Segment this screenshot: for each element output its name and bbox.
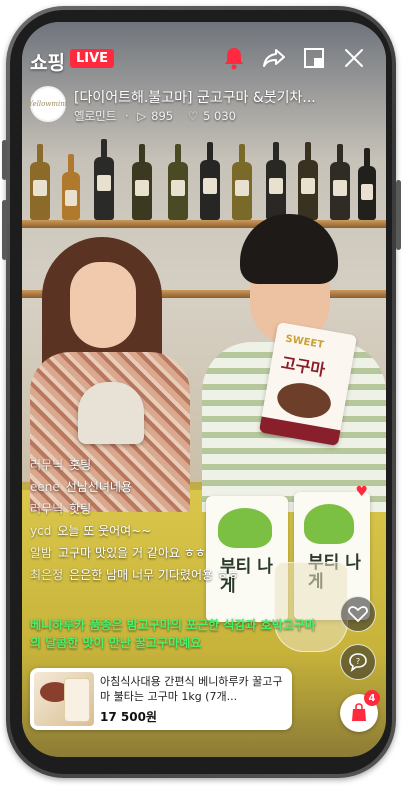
shopping-brand[interactable]: 쇼핑: [30, 48, 65, 75]
chat-button[interactable]: ?: [340, 644, 376, 680]
like-button[interactable]: [340, 596, 376, 632]
chat-message: eene 선남선녀네용: [30, 476, 330, 498]
sweet-potato-image: [274, 379, 334, 422]
chat-message: 러무닉 핫팅: [30, 498, 330, 520]
bell-icon[interactable]: [220, 44, 248, 72]
chat-message: 최은정 은은한 남매 너무 기다렸어용 ㅎㅎ: [30, 564, 330, 586]
bottle: [132, 144, 152, 220]
channel-avatar[interactable]: Yellowmint: [28, 86, 68, 122]
product-pack-image: [64, 678, 90, 722]
host-woman-face: [70, 262, 136, 348]
view-count: 895: [151, 109, 174, 123]
play-icon: ▷: [137, 109, 147, 123]
product-price: 17 500원: [100, 710, 157, 724]
chat-message: 알밤 고구마 맛있을 거 같아요 ㅎㅎ: [30, 542, 330, 564]
chat-list: 러무닉 홋팅 eene 선남선녀네용 러무닉 핫팅 ycd 오늘 또 웃어여~~ 알밤 고…: [30, 454, 330, 586]
product-card[interactable]: 아침식사대용 간편식 베니하루카 꿀고구마 불타는 고구마 1kg (7개...…: [30, 668, 292, 730]
chat-user: 러무닉: [30, 458, 64, 472]
phone-side-button: [396, 180, 401, 250]
chat-text: 핫팅: [69, 502, 92, 516]
bottle: [232, 144, 252, 220]
heart-outline-icon: ♡: [187, 109, 199, 123]
bottle: [298, 142, 318, 220]
chat-message: ycd 오늘 또 웃어여~~: [30, 520, 330, 542]
channel-info: Yellowmint [다이어트해.불고마] 군고구마 &붓기차... 옐로민트…: [28, 86, 378, 126]
product-thumbnail[interactable]: [34, 672, 94, 726]
share-icon[interactable]: [260, 44, 288, 72]
product-name[interactable]: 아침식사대용 간편식 베니하루카 꿀고구마 불타는 고구마 1kg (7개...: [100, 674, 286, 704]
bottle: [30, 144, 50, 220]
heart-icon: [348, 606, 368, 623]
cart-count-badge: 4: [364, 690, 380, 706]
product-bag-clear: [78, 382, 144, 444]
chat-user: 러무닉: [30, 502, 64, 516]
wine-shelf: [22, 220, 386, 228]
chat-user: 알밤: [30, 546, 53, 560]
chat-text: 홋팅: [69, 458, 92, 472]
chat-text: 오늘 또 웃어여~~: [57, 524, 152, 538]
channel-name[interactable]: 옐로민트: [74, 109, 116, 123]
svg-text:?: ?: [356, 657, 360, 666]
bottle: [168, 144, 188, 220]
chat-user: ycd: [30, 524, 52, 538]
chat-user: 최은정: [30, 568, 64, 582]
channel-meta: 옐로민트 · ▷ 895 ♡ 5 030: [74, 108, 241, 124]
chat-user: eene: [30, 480, 60, 494]
host-notice: 베니하루카 품종은 밤고구마의 포근한 식감과 호박고구마의 달콤한 맛이 만난…: [30, 618, 316, 650]
phone-side-button: [2, 200, 7, 260]
bottle: [200, 142, 220, 220]
meta-separator: ·: [124, 109, 129, 123]
live-title[interactable]: [다이어트해.불고마] 군고구마 &붓기차...: [74, 87, 378, 107]
bottle: [94, 139, 114, 220]
bottle: [266, 142, 286, 220]
pouch-title: 고구마: [279, 353, 327, 380]
bottle: [62, 154, 80, 220]
chat-text: 고구마 맛있을 거 같아요 ㅎㅎ: [58, 546, 206, 560]
chat-text: 선남선녀네용: [65, 480, 133, 494]
like-count: 5 030: [203, 109, 237, 123]
live-badge: LIVE: [70, 49, 115, 68]
phone-side-button: [2, 140, 7, 180]
live-stream-screen: SWEET 고구마 부티 나게 부티 나게 쇼핑 LIVE: [22, 22, 386, 757]
pip-icon[interactable]: [300, 44, 328, 72]
cart-button[interactable]: 4: [340, 690, 380, 732]
floating-heart-icon: ♥: [355, 484, 368, 500]
bottle: [330, 144, 350, 220]
close-icon[interactable]: [340, 44, 368, 72]
chat-text: 은은한 남매 너무 기다렸어용 ㅎㅎ: [69, 568, 239, 582]
bottle: [358, 148, 376, 220]
shopping-bag-icon: [352, 703, 366, 721]
chat-bubble-icon: ?: [349, 653, 367, 672]
pouch-brand: SWEET: [284, 333, 325, 352]
chat-message: 러무닉 홋팅: [30, 454, 330, 476]
